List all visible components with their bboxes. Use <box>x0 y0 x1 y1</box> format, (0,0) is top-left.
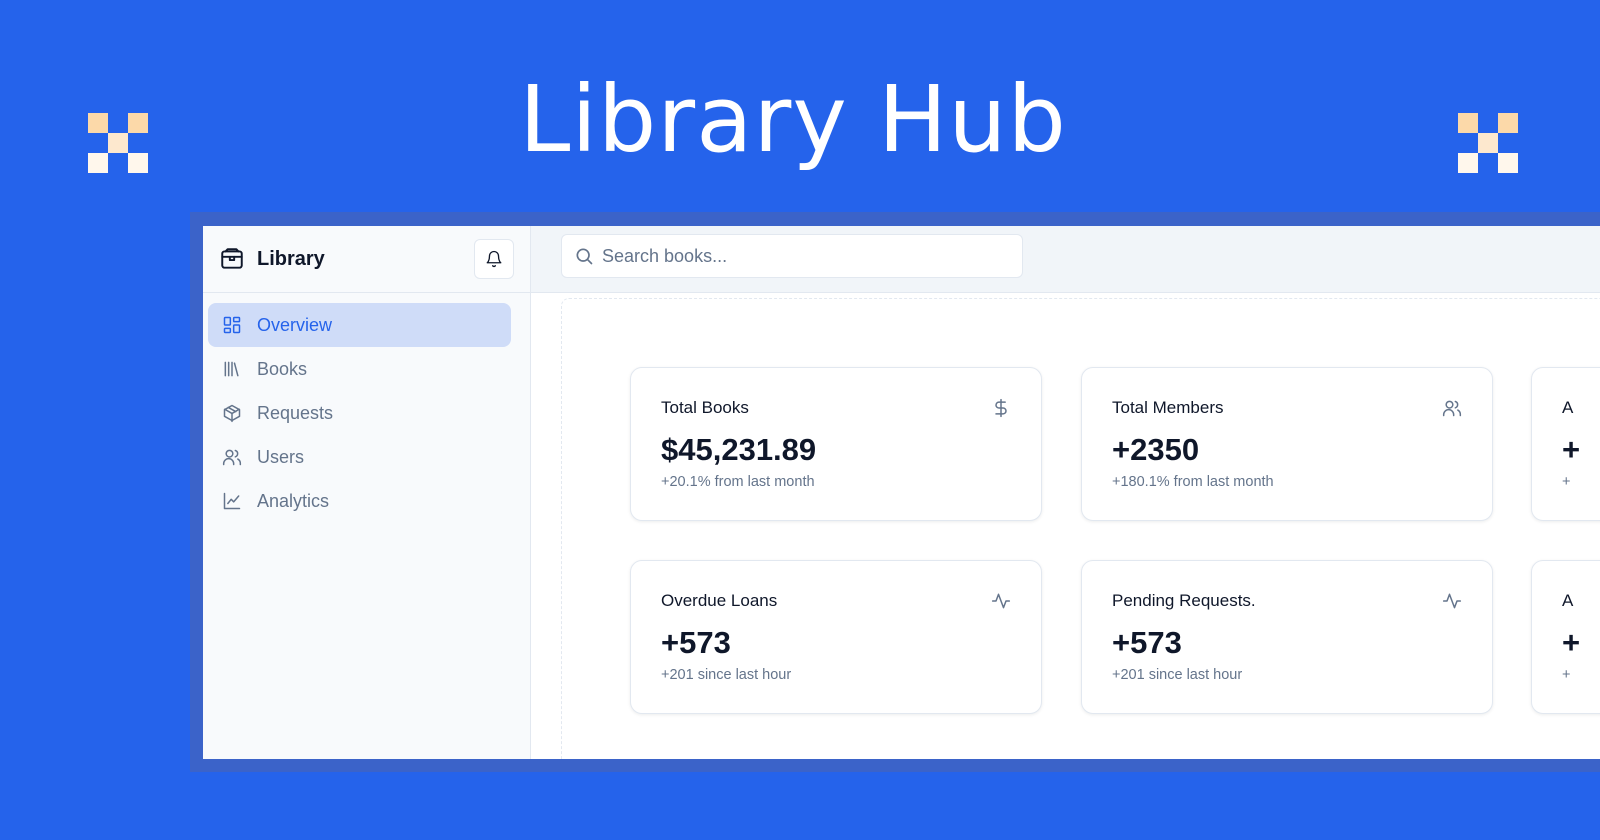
card-value: + <box>1562 625 1581 660</box>
card-title: A <box>1562 398 1574 417</box>
sidebar-item-requests[interactable]: Requests <box>208 391 511 435</box>
card-subtext: +201 since last hour <box>1112 667 1243 683</box>
card-title: A <box>1562 591 1574 610</box>
card-subtext: +180.1% from last month <box>1112 474 1274 490</box>
sidebar-item-label: Overview <box>257 314 333 335</box>
card-subtext: +20.1% from last month <box>661 474 815 490</box>
library-icon <box>222 359 242 379</box>
card-value: +573 <box>661 625 731 660</box>
bell-icon <box>485 250 503 268</box>
card-title: Overdue Loans <box>661 591 778 610</box>
card-value: +2350 <box>1112 432 1200 467</box>
sidebar-item-books[interactable]: Books <box>208 347 511 391</box>
stat-card-partial-top: A + + <box>1531 367 1600 521</box>
sidebar-item-label: Users <box>257 446 305 467</box>
app-window: Library Overview Books Requests Users An… <box>203 226 1600 759</box>
checker-right-decoration <box>1458 113 1518 173</box>
stat-card-partial-bottom: A + + <box>1531 560 1600 714</box>
sidebar-item-label: Analytics <box>257 490 330 511</box>
sidebar-item-overview[interactable]: Overview <box>208 303 511 347</box>
sidebar-item-label: Books <box>257 358 308 379</box>
dollar-icon <box>991 398 1011 418</box>
stat-card-pending-requests: Pending Requests. +573 +201 since last h… <box>1081 560 1493 714</box>
card-title: Total Books <box>661 398 749 417</box>
stat-card-overdue-loans: Overdue Loans +573 +201 since last hour <box>630 560 1042 714</box>
stat-card-total-books: Total Books $45,231.89 +20.1% from last … <box>630 367 1042 521</box>
dashboard-content: Total Books $45,231.89 +20.1% from last … <box>561 298 1600 759</box>
box-icon <box>219 246 245 272</box>
search-input[interactable] <box>602 245 1002 267</box>
package-icon <box>222 403 242 423</box>
activity-icon <box>1442 591 1462 611</box>
search-icon <box>574 246 594 266</box>
sidebar: Library Overview Books Requests Users An… <box>203 226 531 759</box>
sidebar-item-analytics[interactable]: Analytics <box>208 479 511 523</box>
card-title: Pending Requests. <box>1112 591 1256 610</box>
topbar <box>531 226 1600 293</box>
card-subtext: + <box>1562 474 1571 490</box>
card-value: +573 <box>1112 625 1182 660</box>
card-value: + <box>1562 432 1581 467</box>
sidebar-nav: Overview Books Requests Users Analytics <box>203 293 530 523</box>
sidebar-item-users[interactable]: Users <box>208 435 511 479</box>
activity-icon <box>991 591 1011 611</box>
card-subtext: +201 since last hour <box>661 667 792 683</box>
line-chart-icon <box>222 491 242 511</box>
card-subtext: + <box>1562 667 1571 683</box>
stat-card-total-members: Total Members +2350 +180.1% from last mo… <box>1081 367 1493 521</box>
users-icon <box>222 447 242 467</box>
card-title: Total Members <box>1112 398 1224 417</box>
sidebar-item-label: Requests <box>257 402 334 423</box>
users-icon <box>1442 398 1462 418</box>
checker-left-decoration <box>88 113 148 173</box>
brand-name[interactable]: Library <box>257 248 325 271</box>
card-value: $45,231.89 <box>661 432 817 467</box>
search-box[interactable] <box>561 234 1023 278</box>
hero-title: Library Hub <box>519 66 1067 173</box>
dashboard-icon <box>222 315 242 335</box>
sidebar-brand: Library <box>203 226 530 293</box>
notifications-button[interactable] <box>474 239 514 279</box>
